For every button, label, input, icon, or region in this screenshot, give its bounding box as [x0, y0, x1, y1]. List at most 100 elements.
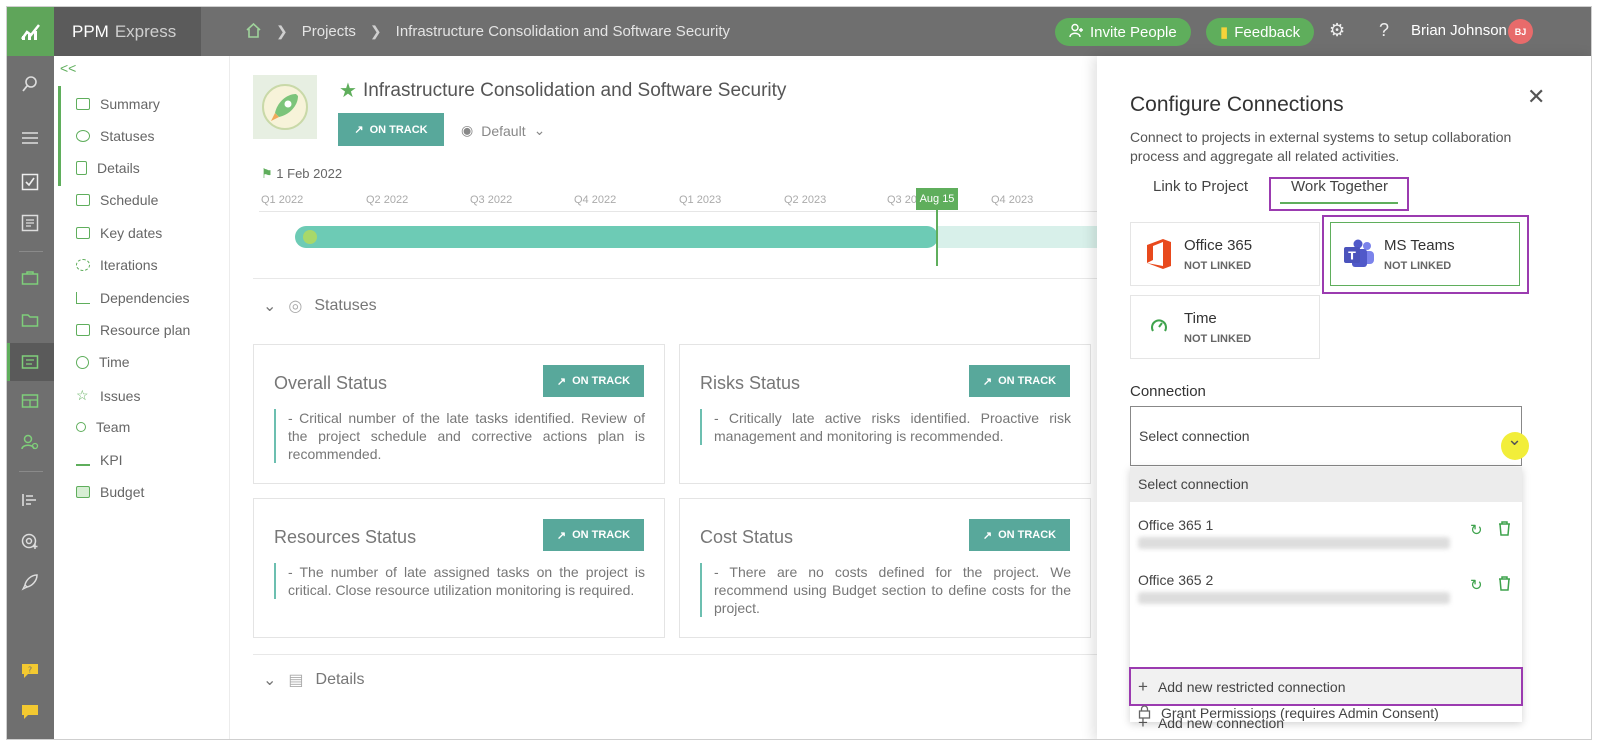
projects-icon[interactable]	[20, 310, 40, 330]
card-description: - The number of late assigned tasks on t…	[274, 563, 645, 599]
project-main: ★ Infrastructure Consolidation and Softw…	[231, 56, 1099, 739]
section-title: Details	[315, 671, 365, 688]
trend-up-icon: ↗	[354, 124, 364, 136]
project-status-badge[interactable]: ↗ ON TRACK	[338, 113, 444, 146]
dropdown-option-connection[interactable]: Office 365 2 ↻	[1130, 568, 1522, 618]
tasks-icon[interactable]	[20, 172, 40, 192]
gear-icon[interactable]: ⚙	[1329, 20, 1345, 41]
reports-icon[interactable]	[20, 213, 40, 233]
dropdown-option-placeholder[interactable]: Select connection	[1130, 467, 1522, 502]
invite-people-label: Invite People	[1090, 23, 1177, 41]
status-badge[interactable]: ↗ ON TRACK	[543, 365, 644, 397]
portfolio-icon[interactable]	[20, 268, 40, 288]
nav-item-summary[interactable]: Summary	[76, 96, 160, 112]
breadcrumb-projects[interactable]: Projects	[302, 23, 356, 40]
connection-label: Connection	[1130, 383, 1206, 400]
invite-people-button[interactable]: Invite People	[1055, 18, 1191, 46]
feedback-button[interactable]: ▮ Feedback	[1206, 18, 1315, 46]
help-icon[interactable]: ?	[1379, 20, 1389, 41]
resources-icon[interactable]	[20, 432, 40, 452]
home-icon[interactable]	[245, 22, 262, 42]
nav-item-label: Statuses	[100, 128, 155, 144]
card-title: Resources Status	[274, 527, 417, 547]
user-name[interactable]: Brian Johnson	[1411, 22, 1507, 39]
status-card-risks: Risks Status ↗ ON TRACK - Critically late…	[679, 344, 1091, 484]
search-icon[interactable]	[20, 74, 40, 94]
trash-icon[interactable]	[1498, 521, 1511, 540]
timeline-label: Q1 2022	[261, 194, 304, 206]
milestone-icon[interactable]	[303, 230, 317, 244]
nav-item-statuses[interactable]: Statuses	[76, 128, 154, 144]
refresh-icon[interactable]: ↻	[1470, 521, 1483, 539]
service-office365[interactable]: Office 365 NOT LINKED	[1130, 222, 1320, 286]
nav-item-label: Schedule	[100, 192, 159, 208]
trash-icon[interactable]	[1498, 576, 1511, 595]
star-icon[interactable]: ★	[339, 78, 357, 103]
roadmap-icon[interactable]	[20, 490, 40, 510]
nav-item-label: Details	[97, 160, 140, 176]
view-selector[interactable]: ◉ Default ⌄	[461, 122, 545, 139]
card-description: - Critical number of the late tasks iden…	[274, 409, 645, 463]
timeline-label: Q4 2022	[574, 194, 617, 206]
trend-up-icon: ↗	[982, 529, 993, 542]
section-statuses-header[interactable]: ⌄ ◎ Statuses	[263, 296, 377, 316]
rail-divider	[19, 251, 43, 252]
timeline-progress-bar[interactable]	[295, 226, 938, 248]
connection-dropdown: Select connection Office 365 1 ↻ Office …	[1129, 467, 1523, 732]
chevron-down-icon: ⌄	[263, 298, 277, 315]
issues-icon: ☆	[76, 387, 89, 403]
timeline-remaining-bar	[938, 226, 1098, 248]
breadcrumb-project[interactable]: Infrastructure Consolidation and Softwar…	[396, 23, 730, 40]
project-icon[interactable]	[20, 352, 40, 372]
nav-item-label: Issues	[100, 387, 141, 404]
tab-highlight	[1269, 177, 1409, 211]
card-description: - There are no costs defined for the pro…	[700, 563, 1071, 617]
connection-select[interactable]: Select connection ⌄	[1130, 406, 1529, 466]
nav-item-time[interactable]: Time	[76, 354, 130, 370]
nav-active-indicator	[58, 86, 61, 186]
nav-item-key-dates[interactable]: Key dates	[76, 225, 162, 241]
configure-connections-panel: Configure Connections ✕ Connect to proje…	[1097, 56, 1591, 739]
status-badge[interactable]: ↗ ON TRACK	[969, 365, 1070, 397]
rocket-icon[interactable]	[20, 572, 40, 592]
avatar[interactable]: BJ	[1508, 19, 1533, 44]
table-icon[interactable]	[20, 391, 40, 411]
status-badge[interactable]: ↗ ON TRACK	[969, 519, 1070, 551]
menu-icon[interactable]	[20, 128, 40, 148]
nav-item-iterations[interactable]: Iterations	[76, 257, 158, 273]
svg-text:?: ?	[28, 666, 32, 675]
section-details-header[interactable]: ⌄ ▤ Details	[263, 670, 364, 690]
nav-item-budget[interactable]: Budget	[76, 484, 144, 500]
details-icon: ▤	[288, 672, 304, 689]
chat-icon[interactable]: ?	[20, 661, 40, 681]
timeline-start-date: 1 Feb 2022	[276, 166, 343, 181]
app-logo-icon[interactable]	[7, 7, 54, 56]
status-badge[interactable]: ↗ ON TRACK	[543, 519, 644, 551]
timeline-start: ⚑ 1 Feb 2022	[261, 166, 342, 182]
feedback-flag-icon[interactable]	[20, 702, 40, 722]
service-time[interactable]: Time NOT LINKED	[1130, 295, 1320, 359]
status-badge-label: ON TRACK	[572, 375, 631, 387]
nav-item-label: Summary	[100, 96, 160, 112]
dropdown-option-connection[interactable]: Office 365 1 ↻	[1130, 513, 1522, 563]
chevron-down-icon[interactable]: ⌄	[1507, 429, 1522, 450]
connection-name: Office 365 1	[1138, 517, 1214, 533]
budget-icon	[76, 486, 90, 498]
collapse-nav-icon[interactable]: <<	[60, 60, 76, 76]
connection-select-value: Select connection	[1139, 428, 1250, 444]
service-name: Office 365	[1184, 237, 1253, 254]
close-icon[interactable]: ✕	[1527, 84, 1545, 110]
nav-item-details[interactable]: Details	[76, 160, 140, 176]
status-card-overall: Overall Status ↗ ON TRACK - Critical numb…	[253, 344, 665, 484]
nav-item-schedule[interactable]: Schedule	[76, 192, 158, 208]
chevron-down-icon: ⌄	[263, 672, 277, 689]
target-icon[interactable]	[20, 531, 40, 551]
nav-item-dependencies[interactable]: Dependencies	[76, 290, 190, 306]
nav-item-kpi[interactable]: KPI	[76, 452, 123, 468]
nav-item-resource-plan[interactable]: Resource plan	[76, 322, 190, 338]
nav-item-issues[interactable]: ☆ Issues	[76, 387, 140, 404]
nav-item-team[interactable]: Team	[76, 419, 130, 435]
tab-link-to-project[interactable]: Link to Project	[1153, 178, 1248, 195]
refresh-icon[interactable]: ↻	[1470, 576, 1483, 594]
grant-permissions-option[interactable]: Grant Permissions (requires Admin Consen…	[1130, 701, 1522, 725]
